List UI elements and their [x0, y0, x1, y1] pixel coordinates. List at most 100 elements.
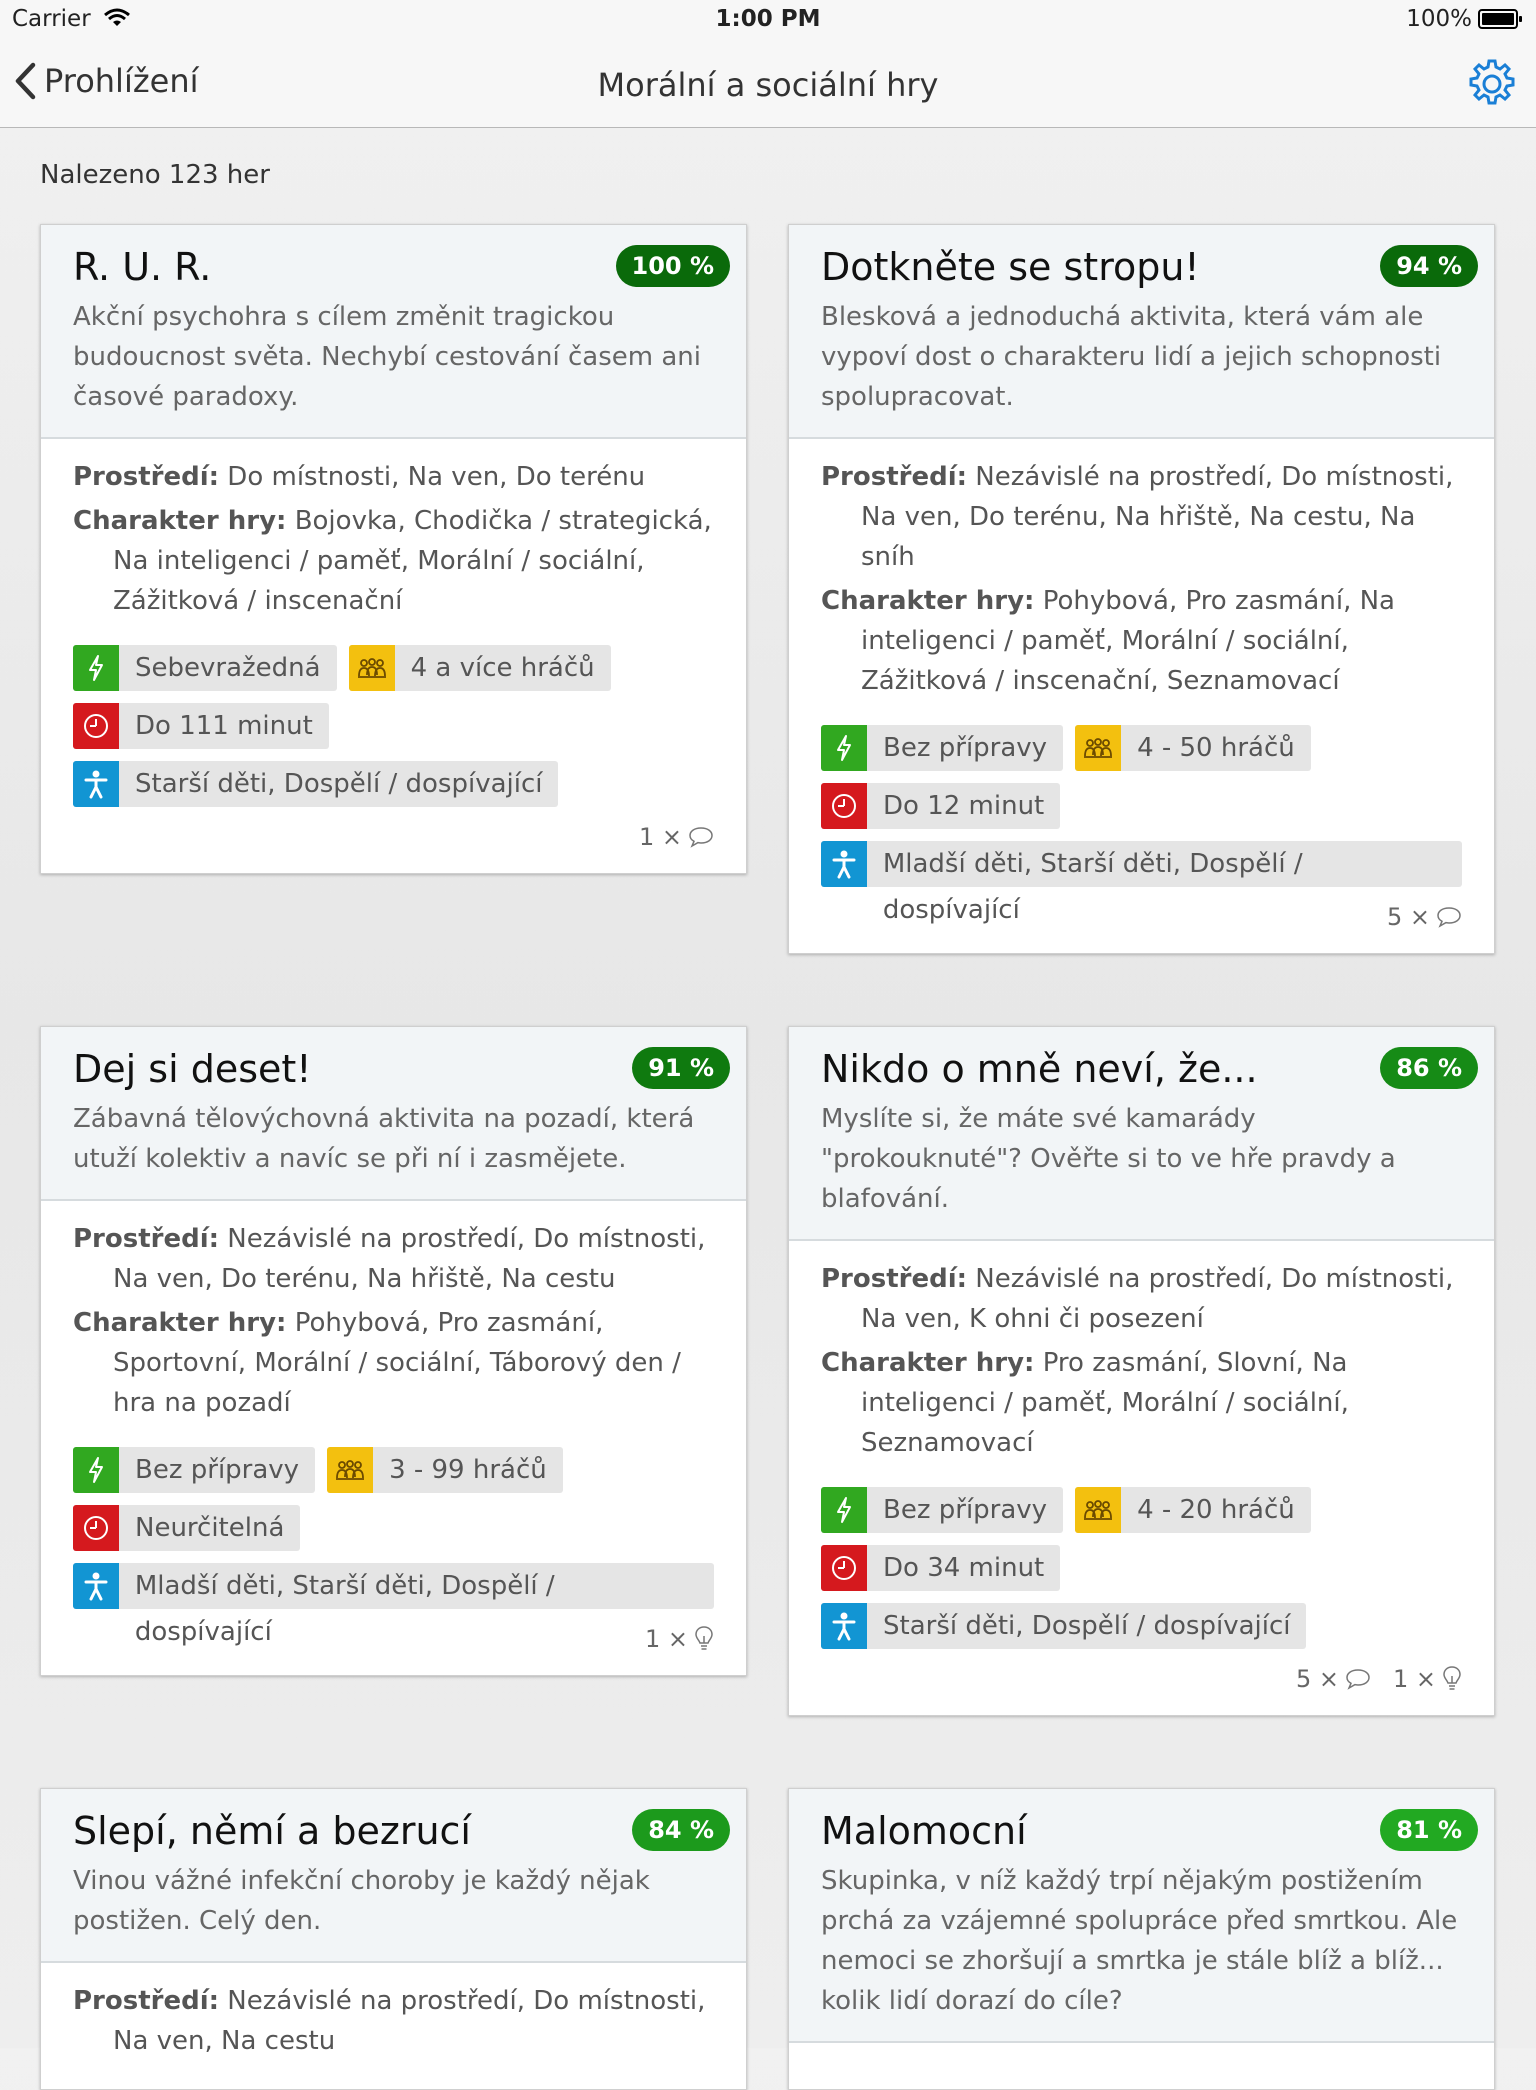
age-value: Starší děti, Dospělí / dospívající — [135, 769, 543, 799]
character-label: Charakter hry: — [821, 586, 1035, 616]
navigation-bar: Prohlížení Morální a sociální hry — [0, 40, 1536, 128]
players-tag: 4 - 50 hráčů — [1075, 725, 1311, 771]
character-label: Charakter hry: — [73, 1308, 287, 1338]
game-title: Nikdo o mně neví, že... — [821, 1047, 1258, 1091]
comment-count: 5 × — [1296, 1665, 1371, 1693]
environment-value: Do místnosti, Na ven, Do terénu — [227, 462, 646, 492]
people-icon — [1084, 1500, 1113, 1520]
character-label: Charakter hry: — [73, 506, 287, 536]
game-title: Dotkněte se stropu! — [821, 245, 1200, 289]
tag-list: Bez přípravy 4 - 50 hráčů Do 12 minut Ml… — [821, 725, 1462, 925]
character-line: Charakter hry: Pohybová, Pro zasmání, Sp… — [73, 1303, 714, 1423]
card-meta: 5 × 1 × — [821, 1665, 1462, 1693]
duration-value: Do 34 minut — [883, 1553, 1045, 1583]
clock-icon — [84, 714, 108, 738]
gear-icon — [1469, 59, 1515, 105]
clock-icon — [832, 1556, 856, 1580]
duration-tag: Neurčitelná — [73, 1505, 301, 1551]
character-line: Charakter hry: Pro zasmání, Slovní, Na i… — [821, 1343, 1462, 1463]
age-value: Mladší děti, Starší děti, Dospělí / dosp… — [134, 1571, 555, 1647]
game-card[interactable]: Slepí, němí a bezrucí 84 % Vinou vážné i… — [40, 1788, 747, 2090]
age-tag: Starší děti, Dospělí / dospívající — [821, 1603, 1307, 1649]
match-badge: 86 % — [1380, 1047, 1478, 1089]
game-title: Slepí, němí a bezrucí — [73, 1809, 471, 1853]
character-label: Charakter hry: — [821, 1348, 1035, 1378]
battery-status: 100% — [1406, 6, 1524, 32]
clock: 1:00 PM — [715, 6, 821, 32]
match-badge: 94 % — [1380, 245, 1478, 287]
environment-label: Prostředí: — [73, 462, 220, 492]
card-body: Prostředí: Nezávislé na prostředí, Do mí… — [41, 1963, 746, 2087]
lightning-icon — [89, 1457, 103, 1483]
lightbulb-icon — [1443, 1666, 1461, 1690]
comment-count-value: 5 × — [1295, 1665, 1339, 1693]
match-badge: 100 % — [615, 245, 730, 287]
preparation-tag: Bez přípravy — [73, 1447, 316, 1493]
comment-icon — [689, 827, 713, 848]
people-icon — [1084, 738, 1113, 758]
comment-count: 5 × — [1387, 903, 1462, 931]
environment-line: Prostředí: Nezávislé na prostředí, Do mí… — [73, 1219, 714, 1299]
person-icon — [832, 850, 856, 879]
preparation-tag: Bez přípravy — [821, 1487, 1064, 1533]
game-title: Malomocní — [821, 1809, 1027, 1853]
comment-count-value: 5 × — [1386, 903, 1430, 931]
clock-icon — [832, 794, 856, 818]
environment-line: Prostředí: Nezávislé na prostředí, Do mí… — [73, 1981, 714, 2061]
tag-list: Bez přípravy 4 - 20 hráčů Do 34 minut St… — [821, 1487, 1462, 1649]
match-badge: 91 % — [632, 1047, 730, 1089]
game-card[interactable]: Dotkněte se stropu! 94 % Blesková a jedn… — [788, 224, 1495, 954]
duration-tag: Do 111 minut — [73, 703, 329, 749]
age-tag: Starší děti, Dospělí / dospívající — [73, 761, 559, 807]
preparation-value: Bez přípravy — [883, 733, 1048, 763]
card-body: Prostředí: Nezávislé na prostředí, Do mí… — [41, 1201, 746, 1675]
settings-button[interactable] — [1466, 58, 1518, 114]
tag-list: Sebevražedná 4 a více hráčů Do 111 minut… — [73, 645, 714, 807]
lightbulb-icon — [695, 1626, 713, 1650]
lightning-icon — [837, 735, 851, 761]
preparation-value: Bez přípravy — [883, 1495, 1048, 1525]
match-badge: 84 % — [632, 1809, 730, 1851]
game-card[interactable]: R. U. R. 100 % Akční psychohra s cílem z… — [40, 224, 747, 874]
idea-count: 1 × — [645, 1625, 714, 1653]
game-card[interactable]: Nikdo o mně neví, že... 86 % Myslíte si,… — [788, 1026, 1495, 1716]
game-description: Myslíte si, že máte své kamarády "prokou… — [821, 1104, 1396, 1214]
players-value: 4 a více hráčů — [410, 653, 595, 683]
comment-icon — [1346, 1669, 1370, 1690]
character-line: Charakter hry: Pohybová, Pro zasmání, Na… — [821, 581, 1462, 701]
card-header: R. U. R. 100 % Akční psychohra s cílem z… — [41, 225, 746, 439]
clock-icon — [84, 1516, 108, 1540]
result-count: Nalezeno 123 her — [40, 160, 270, 190]
age-value: Starší děti, Dospělí / dospívající — [883, 1611, 1291, 1641]
age-tag: Mladší děti, Starší děti, Dospělí / dosp… — [73, 1563, 714, 1647]
match-badge: 81 % — [1380, 1809, 1478, 1851]
game-card[interactable]: Dej si deset! 91 % Zábavná tělovýchovná … — [40, 1026, 747, 1676]
game-description: Zábavná tělovýchovná aktivita na pozadí,… — [73, 1104, 695, 1174]
page-title: Morální a sociální hry — [597, 66, 939, 104]
environment-line: Prostředí: Nezávislé na prostředí, Do mí… — [821, 457, 1462, 577]
preparation-value: Sebevražedná — [135, 653, 321, 683]
environment-line: Prostředí: Nezávislé na prostředí, Do mí… — [821, 1259, 1462, 1339]
character-line: Charakter hry: Bojovka, Chodička / strat… — [73, 501, 714, 621]
card-header: Dotkněte se stropu! 94 % Blesková a jedn… — [789, 225, 1494, 439]
preparation-tag: Sebevražedná — [73, 645, 337, 691]
players-tag: 4 - 20 hráčů — [1075, 1487, 1311, 1533]
duration-tag: Do 34 minut — [821, 1545, 1061, 1591]
battery-icon — [1478, 9, 1522, 29]
game-description: Vinou vážné infekční choroby je každý ně… — [73, 1866, 650, 1936]
tag-list: Bez přípravy 3 - 99 hráčů Neurčitelná Ml… — [73, 1447, 714, 1647]
idea-count: 1 × — [1393, 1665, 1462, 1693]
battery-percent: 100% — [1406, 6, 1472, 32]
age-tag: Mladší děti, Starší děti, Dospělí / dosp… — [821, 841, 1462, 925]
card-body: Prostředí: Nezávislé na prostředí, Do mí… — [789, 439, 1494, 953]
players-value: 3 - 99 hráčů — [389, 1455, 547, 1485]
card-body: Prostředí: Nezávislé na prostředí, Do mí… — [789, 1241, 1494, 1715]
card-header: Slepí, němí a bezrucí 84 % Vinou vážné i… — [41, 1789, 746, 1963]
duration-value: Do 111 minut — [135, 711, 313, 741]
game-card[interactable]: Malomocní 81 % Skupinka, v níž každý trp… — [788, 1788, 1495, 2090]
players-tag: 4 a více hráčů — [348, 645, 611, 691]
person-icon — [832, 1612, 856, 1641]
preparation-tag: Bez přípravy — [821, 725, 1064, 771]
comment-icon — [1437, 907, 1461, 928]
person-icon — [84, 1572, 108, 1601]
